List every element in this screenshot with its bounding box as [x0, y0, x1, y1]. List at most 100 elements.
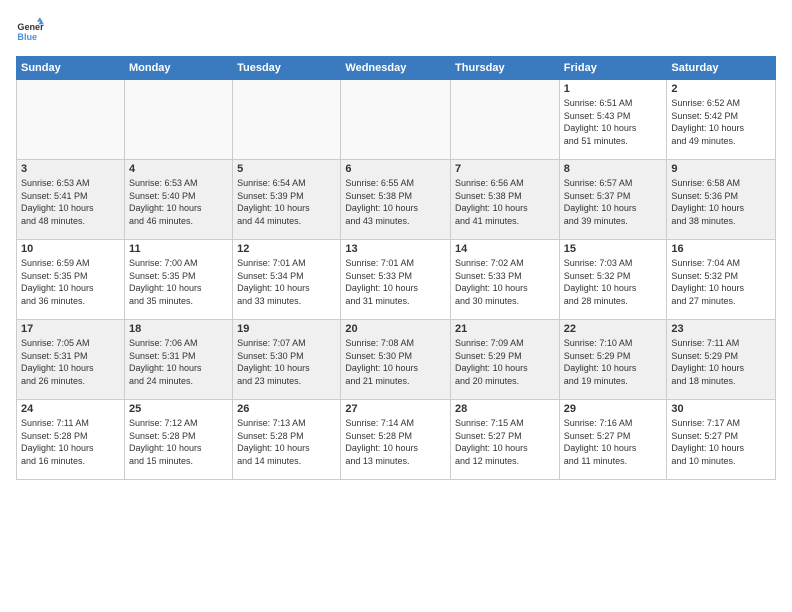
- day-number: 13: [345, 243, 446, 255]
- calendar-table: SundayMondayTuesdayWednesdayThursdayFrid…: [16, 56, 776, 480]
- day-info: Sunrise: 6:56 AMSunset: 5:38 PMDaylight:…: [455, 177, 555, 227]
- day-number: 9: [671, 163, 771, 175]
- calendar-cell: 3Sunrise: 6:53 AMSunset: 5:41 PMDaylight…: [17, 160, 125, 240]
- day-info: Sunrise: 6:52 AMSunset: 5:42 PMDaylight:…: [671, 97, 771, 147]
- day-number: 30: [671, 403, 771, 415]
- calendar-cell: 10 Sunrise: 6:59 AMSunset: 5:35 PMDayligh…: [17, 240, 125, 320]
- calendar-cell: 12 Sunrise: 7:01 AMSunset: 5:34 PMDayligh…: [233, 240, 341, 320]
- calendar-cell: 9 Sunrise: 6:58 AMSunset: 5:36 PMDaylight…: [667, 160, 776, 240]
- day-of-week-header: Saturday: [667, 57, 776, 80]
- calendar-cell: [124, 80, 232, 160]
- day-number: 22: [564, 323, 663, 335]
- day-number: 15: [564, 243, 663, 255]
- day-info: Sunrise: 7:01 AMSunset: 5:34 PMDaylight:…: [237, 257, 336, 307]
- day-of-week-header: Sunday: [17, 57, 125, 80]
- calendar-cell: [341, 80, 451, 160]
- calendar-cell: 7 Sunrise: 6:56 AMSunset: 5:38 PMDaylight…: [451, 160, 560, 240]
- day-info: Sunrise: 7:07 AMSunset: 5:30 PMDaylight:…: [237, 337, 336, 387]
- day-info: Sunrise: 6:58 AMSunset: 5:36 PMDaylight:…: [671, 177, 771, 227]
- calendar-cell: 26 Sunrise: 7:13 AMSunset: 5:28 PMDayligh…: [233, 400, 341, 480]
- calendar-week-row: 10 Sunrise: 6:59 AMSunset: 5:35 PMDayligh…: [17, 240, 776, 320]
- day-number: 21: [455, 323, 555, 335]
- calendar-cell: 19 Sunrise: 7:07 AMSunset: 5:30 PMDayligh…: [233, 320, 341, 400]
- day-number: 3: [21, 163, 120, 175]
- day-info: Sunrise: 6:51 AMSunset: 5:43 PMDaylight:…: [564, 97, 663, 147]
- day-info: Sunrise: 7:16 AMSunset: 5:27 PMDaylight:…: [564, 417, 663, 467]
- calendar-cell: 27 Sunrise: 7:14 AMSunset: 5:28 PMDayligh…: [341, 400, 451, 480]
- calendar-cell: 6 Sunrise: 6:55 AMSunset: 5:38 PMDaylight…: [341, 160, 451, 240]
- svg-text:Blue: Blue: [17, 32, 37, 42]
- logo-icon: General Blue: [16, 16, 44, 44]
- day-info: Sunrise: 7:08 AMSunset: 5:30 PMDaylight:…: [345, 337, 446, 387]
- day-number: 7: [455, 163, 555, 175]
- day-of-week-header: Thursday: [451, 57, 560, 80]
- calendar-cell: 25 Sunrise: 7:12 AMSunset: 5:28 PMDayligh…: [124, 400, 232, 480]
- calendar-cell: 1 Sunrise: 6:51 AMSunset: 5:43 PMDaylight…: [559, 80, 667, 160]
- day-info: Sunrise: 7:10 AMSunset: 5:29 PMDaylight:…: [564, 337, 663, 387]
- calendar-header-row: SundayMondayTuesdayWednesdayThursdayFrid…: [17, 57, 776, 80]
- day-info: Sunrise: 7:06 AMSunset: 5:31 PMDaylight:…: [129, 337, 228, 387]
- day-number: 24: [21, 403, 120, 415]
- day-number: 5: [237, 163, 336, 175]
- day-info: Sunrise: 7:14 AMSunset: 5:28 PMDaylight:…: [345, 417, 446, 467]
- day-info: Sunrise: 6:53 AMSunset: 5:40 PMDaylight:…: [129, 177, 228, 227]
- day-of-week-header: Monday: [124, 57, 232, 80]
- day-number: 23: [671, 323, 771, 335]
- calendar-cell: 29 Sunrise: 7:16 AMSunset: 5:27 PMDayligh…: [559, 400, 667, 480]
- day-number: 17: [21, 323, 120, 335]
- day-number: 12: [237, 243, 336, 255]
- calendar-cell: 14 Sunrise: 7:02 AMSunset: 5:33 PMDayligh…: [451, 240, 560, 320]
- day-info: Sunrise: 7:13 AMSunset: 5:28 PMDaylight:…: [237, 417, 336, 467]
- calendar-cell: 4 Sunrise: 6:53 AMSunset: 5:40 PMDaylight…: [124, 160, 232, 240]
- calendar-cell: [17, 80, 125, 160]
- day-number: 4: [129, 163, 228, 175]
- day-number: 6: [345, 163, 446, 175]
- logo: General Blue: [16, 16, 46, 44]
- calendar-week-row: 1 Sunrise: 6:51 AMSunset: 5:43 PMDaylight…: [17, 80, 776, 160]
- calendar-cell: 18Sunrise: 7:06 AMSunset: 5:31 PMDayligh…: [124, 320, 232, 400]
- day-info: Sunrise: 7:12 AMSunset: 5:28 PMDaylight:…: [129, 417, 228, 467]
- calendar-cell: 23 Sunrise: 7:11 AMSunset: 5:29 PMDayligh…: [667, 320, 776, 400]
- day-number: 29: [564, 403, 663, 415]
- calendar-cell: 5 Sunrise: 6:54 AMSunset: 5:39 PMDaylight…: [233, 160, 341, 240]
- day-info: Sunrise: 7:03 AMSunset: 5:32 PMDaylight:…: [564, 257, 663, 307]
- day-number: 25: [129, 403, 228, 415]
- calendar-cell: [451, 80, 560, 160]
- calendar-cell: 11Sunrise: 7:00 AMSunset: 5:35 PMDayligh…: [124, 240, 232, 320]
- day-info: Sunrise: 7:15 AMSunset: 5:27 PMDaylight:…: [455, 417, 555, 467]
- day-number: 26: [237, 403, 336, 415]
- header: General Blue: [16, 16, 776, 44]
- calendar-cell: 30Sunrise: 7:17 AMSunset: 5:27 PMDayligh…: [667, 400, 776, 480]
- calendar-cell: 17 Sunrise: 7:05 AMSunset: 5:31 PMDayligh…: [17, 320, 125, 400]
- day-number: 28: [455, 403, 555, 415]
- day-info: Sunrise: 7:11 AMSunset: 5:28 PMDaylight:…: [21, 417, 120, 467]
- day-info: Sunrise: 7:09 AMSunset: 5:29 PMDaylight:…: [455, 337, 555, 387]
- calendar-week-row: 24 Sunrise: 7:11 AMSunset: 5:28 PMDayligh…: [17, 400, 776, 480]
- calendar-cell: 28 Sunrise: 7:15 AMSunset: 5:27 PMDayligh…: [451, 400, 560, 480]
- day-info: Sunrise: 6:59 AMSunset: 5:35 PMDaylight:…: [21, 257, 120, 307]
- day-of-week-header: Friday: [559, 57, 667, 80]
- day-number: 27: [345, 403, 446, 415]
- day-number: 14: [455, 243, 555, 255]
- day-of-week-header: Wednesday: [341, 57, 451, 80]
- calendar-cell: 15 Sunrise: 7:03 AMSunset: 5:32 PMDayligh…: [559, 240, 667, 320]
- day-number: 10: [21, 243, 120, 255]
- day-number: 19: [237, 323, 336, 335]
- day-info: Sunrise: 6:54 AMSunset: 5:39 PMDaylight:…: [237, 177, 336, 227]
- day-info: Sunrise: 7:01 AMSunset: 5:33 PMDaylight:…: [345, 257, 446, 307]
- day-info: Sunrise: 7:11 AMSunset: 5:29 PMDaylight:…: [671, 337, 771, 387]
- day-number: 20: [345, 323, 446, 335]
- day-info: Sunrise: 7:02 AMSunset: 5:33 PMDaylight:…: [455, 257, 555, 307]
- calendar-cell: 22 Sunrise: 7:10 AMSunset: 5:29 PMDayligh…: [559, 320, 667, 400]
- day-info: Sunrise: 7:05 AMSunset: 5:31 PMDaylight:…: [21, 337, 120, 387]
- calendar-week-row: 17 Sunrise: 7:05 AMSunset: 5:31 PMDayligh…: [17, 320, 776, 400]
- day-info: Sunrise: 7:04 AMSunset: 5:32 PMDaylight:…: [671, 257, 771, 307]
- calendar-cell: 21 Sunrise: 7:09 AMSunset: 5:29 PMDayligh…: [451, 320, 560, 400]
- calendar-cell: [233, 80, 341, 160]
- day-info: Sunrise: 6:55 AMSunset: 5:38 PMDaylight:…: [345, 177, 446, 227]
- page: General Blue SundayMondayTuesdayWednesda…: [0, 0, 792, 612]
- day-number: 16: [671, 243, 771, 255]
- calendar-cell: 2Sunrise: 6:52 AMSunset: 5:42 PMDaylight…: [667, 80, 776, 160]
- day-number: 1: [564, 83, 663, 95]
- day-number: 11: [129, 243, 228, 255]
